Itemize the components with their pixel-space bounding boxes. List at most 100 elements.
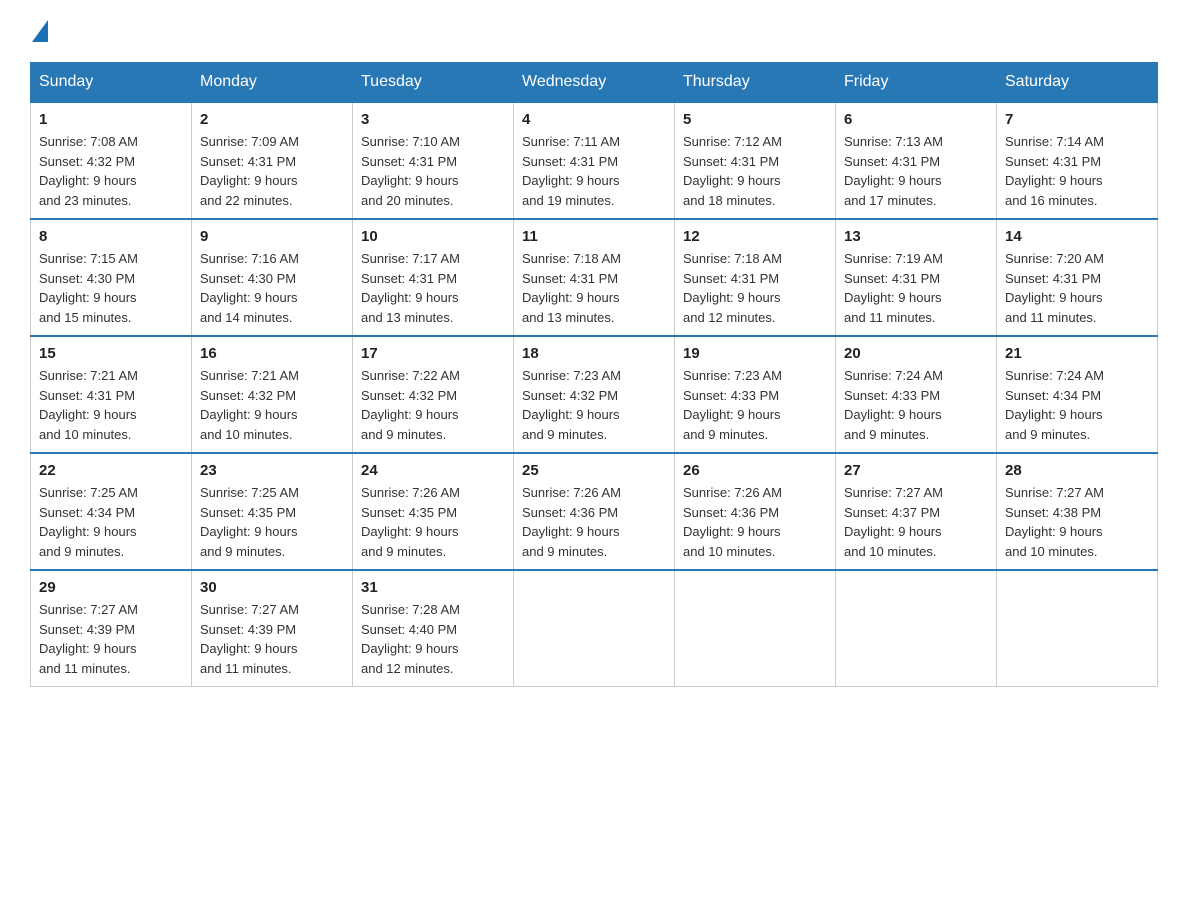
calendar-cell [514,570,675,687]
day-info: Sunrise: 7:25 AM Sunset: 4:34 PM Dayligh… [39,483,183,561]
calendar-cell: 10 Sunrise: 7:17 AM Sunset: 4:31 PM Dayl… [353,219,514,336]
day-info: Sunrise: 7:18 AM Sunset: 4:31 PM Dayligh… [522,249,666,327]
day-number: 19 [683,345,827,362]
day-info: Sunrise: 7:28 AM Sunset: 4:40 PM Dayligh… [361,600,505,678]
day-info: Sunrise: 7:14 AM Sunset: 4:31 PM Dayligh… [1005,132,1149,210]
calendar-cell: 12 Sunrise: 7:18 AM Sunset: 4:31 PM Dayl… [675,219,836,336]
day-number: 15 [39,345,183,362]
day-info: Sunrise: 7:24 AM Sunset: 4:34 PM Dayligh… [1005,366,1149,444]
calendar-week-row: 15 Sunrise: 7:21 AM Sunset: 4:31 PM Dayl… [31,336,1158,453]
day-number: 10 [361,228,505,245]
column-header-sunday: Sunday [31,63,192,103]
calendar-cell: 30 Sunrise: 7:27 AM Sunset: 4:39 PM Dayl… [192,570,353,687]
day-number: 24 [361,462,505,479]
calendar-cell: 9 Sunrise: 7:16 AM Sunset: 4:30 PM Dayli… [192,219,353,336]
day-info: Sunrise: 7:21 AM Sunset: 4:32 PM Dayligh… [200,366,344,444]
calendar-header-row: SundayMondayTuesdayWednesdayThursdayFrid… [31,63,1158,103]
day-number: 31 [361,579,505,596]
calendar-cell: 2 Sunrise: 7:09 AM Sunset: 4:31 PM Dayli… [192,102,353,219]
calendar-week-row: 1 Sunrise: 7:08 AM Sunset: 4:32 PM Dayli… [31,102,1158,219]
day-info: Sunrise: 7:26 AM Sunset: 4:36 PM Dayligh… [683,483,827,561]
day-info: Sunrise: 7:16 AM Sunset: 4:30 PM Dayligh… [200,249,344,327]
day-info: Sunrise: 7:12 AM Sunset: 4:31 PM Dayligh… [683,132,827,210]
calendar-cell: 31 Sunrise: 7:28 AM Sunset: 4:40 PM Dayl… [353,570,514,687]
day-number: 26 [683,462,827,479]
day-number: 9 [200,228,344,245]
calendar-week-row: 22 Sunrise: 7:25 AM Sunset: 4:34 PM Dayl… [31,453,1158,570]
day-number: 12 [683,228,827,245]
day-info: Sunrise: 7:08 AM Sunset: 4:32 PM Dayligh… [39,132,183,210]
calendar-cell: 7 Sunrise: 7:14 AM Sunset: 4:31 PM Dayli… [997,102,1158,219]
calendar-week-row: 8 Sunrise: 7:15 AM Sunset: 4:30 PM Dayli… [31,219,1158,336]
calendar-cell: 29 Sunrise: 7:27 AM Sunset: 4:39 PM Dayl… [31,570,192,687]
day-number: 25 [522,462,666,479]
calendar-cell: 5 Sunrise: 7:12 AM Sunset: 4:31 PM Dayli… [675,102,836,219]
day-info: Sunrise: 7:26 AM Sunset: 4:35 PM Dayligh… [361,483,505,561]
day-number: 14 [1005,228,1149,245]
day-number: 20 [844,345,988,362]
day-info: Sunrise: 7:27 AM Sunset: 4:39 PM Dayligh… [39,600,183,678]
column-header-saturday: Saturday [997,63,1158,103]
calendar-cell: 1 Sunrise: 7:08 AM Sunset: 4:32 PM Dayli… [31,102,192,219]
day-number: 27 [844,462,988,479]
calendar-cell: 3 Sunrise: 7:10 AM Sunset: 4:31 PM Dayli… [353,102,514,219]
calendar-cell: 15 Sunrise: 7:21 AM Sunset: 4:31 PM Dayl… [31,336,192,453]
day-number: 30 [200,579,344,596]
page-header [30,20,1158,42]
day-info: Sunrise: 7:27 AM Sunset: 4:38 PM Dayligh… [1005,483,1149,561]
calendar-cell: 17 Sunrise: 7:22 AM Sunset: 4:32 PM Dayl… [353,336,514,453]
calendar-cell: 21 Sunrise: 7:24 AM Sunset: 4:34 PM Dayl… [997,336,1158,453]
day-info: Sunrise: 7:27 AM Sunset: 4:39 PM Dayligh… [200,600,344,678]
calendar-cell: 11 Sunrise: 7:18 AM Sunset: 4:31 PM Dayl… [514,219,675,336]
calendar-cell: 13 Sunrise: 7:19 AM Sunset: 4:31 PM Dayl… [836,219,997,336]
day-info: Sunrise: 7:27 AM Sunset: 4:37 PM Dayligh… [844,483,988,561]
day-number: 13 [844,228,988,245]
day-number: 11 [522,228,666,245]
calendar-cell: 27 Sunrise: 7:27 AM Sunset: 4:37 PM Dayl… [836,453,997,570]
day-info: Sunrise: 7:22 AM Sunset: 4:32 PM Dayligh… [361,366,505,444]
logo [30,20,50,42]
day-number: 16 [200,345,344,362]
day-info: Sunrise: 7:19 AM Sunset: 4:31 PM Dayligh… [844,249,988,327]
day-info: Sunrise: 7:20 AM Sunset: 4:31 PM Dayligh… [1005,249,1149,327]
calendar-cell [836,570,997,687]
day-info: Sunrise: 7:11 AM Sunset: 4:31 PM Dayligh… [522,132,666,210]
day-info: Sunrise: 7:23 AM Sunset: 4:32 PM Dayligh… [522,366,666,444]
day-number: 23 [200,462,344,479]
day-info: Sunrise: 7:15 AM Sunset: 4:30 PM Dayligh… [39,249,183,327]
calendar-table: SundayMondayTuesdayWednesdayThursdayFrid… [30,62,1158,687]
day-number: 2 [200,111,344,128]
day-number: 8 [39,228,183,245]
day-info: Sunrise: 7:10 AM Sunset: 4:31 PM Dayligh… [361,132,505,210]
day-info: Sunrise: 7:23 AM Sunset: 4:33 PM Dayligh… [683,366,827,444]
day-number: 5 [683,111,827,128]
calendar-cell: 20 Sunrise: 7:24 AM Sunset: 4:33 PM Dayl… [836,336,997,453]
calendar-cell: 25 Sunrise: 7:26 AM Sunset: 4:36 PM Dayl… [514,453,675,570]
calendar-cell: 16 Sunrise: 7:21 AM Sunset: 4:32 PM Dayl… [192,336,353,453]
day-number: 6 [844,111,988,128]
day-info: Sunrise: 7:17 AM Sunset: 4:31 PM Dayligh… [361,249,505,327]
calendar-cell: 28 Sunrise: 7:27 AM Sunset: 4:38 PM Dayl… [997,453,1158,570]
calendar-week-row: 29 Sunrise: 7:27 AM Sunset: 4:39 PM Dayl… [31,570,1158,687]
column-header-tuesday: Tuesday [353,63,514,103]
day-number: 18 [522,345,666,362]
calendar-cell [997,570,1158,687]
calendar-cell: 18 Sunrise: 7:23 AM Sunset: 4:32 PM Dayl… [514,336,675,453]
calendar-cell: 26 Sunrise: 7:26 AM Sunset: 4:36 PM Dayl… [675,453,836,570]
day-info: Sunrise: 7:25 AM Sunset: 4:35 PM Dayligh… [200,483,344,561]
day-info: Sunrise: 7:24 AM Sunset: 4:33 PM Dayligh… [844,366,988,444]
column-header-monday: Monday [192,63,353,103]
day-info: Sunrise: 7:21 AM Sunset: 4:31 PM Dayligh… [39,366,183,444]
calendar-cell: 19 Sunrise: 7:23 AM Sunset: 4:33 PM Dayl… [675,336,836,453]
calendar-cell: 24 Sunrise: 7:26 AM Sunset: 4:35 PM Dayl… [353,453,514,570]
column-header-thursday: Thursday [675,63,836,103]
day-info: Sunrise: 7:13 AM Sunset: 4:31 PM Dayligh… [844,132,988,210]
logo-triangle-icon [32,20,48,42]
day-number: 22 [39,462,183,479]
calendar-cell: 4 Sunrise: 7:11 AM Sunset: 4:31 PM Dayli… [514,102,675,219]
day-number: 3 [361,111,505,128]
calendar-cell: 14 Sunrise: 7:20 AM Sunset: 4:31 PM Dayl… [997,219,1158,336]
day-number: 29 [39,579,183,596]
calendar-cell: 22 Sunrise: 7:25 AM Sunset: 4:34 PM Dayl… [31,453,192,570]
day-number: 17 [361,345,505,362]
